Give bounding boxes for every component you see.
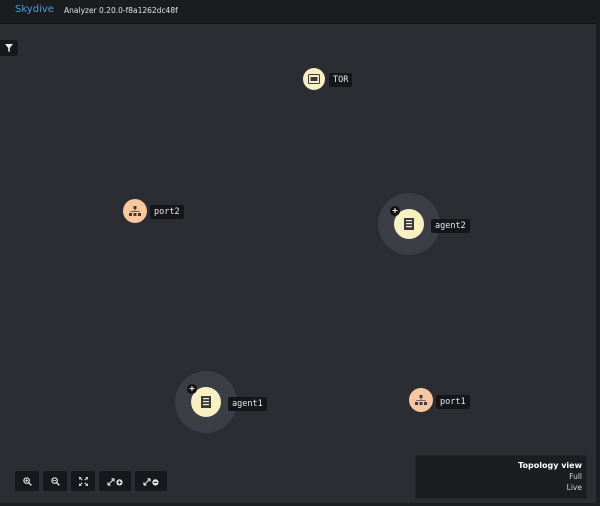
version-label: Analyzer 0.20.0-f8a1262dc48f xyxy=(64,6,178,15)
legend-mode: Full xyxy=(569,472,582,481)
brand-logo[interactable]: Skydive xyxy=(15,4,54,15)
node-label: port2 xyxy=(150,205,184,219)
legend-state: Live xyxy=(566,483,582,492)
network-icon xyxy=(129,206,141,216)
expand-all-button[interactable] xyxy=(99,471,131,491)
expand-all-icon xyxy=(107,477,123,486)
right-scrollbar[interactable] xyxy=(596,23,600,506)
collapse-all-icon xyxy=(143,477,159,486)
zoom-fit-button[interactable] xyxy=(71,471,95,491)
fit-icon xyxy=(78,476,88,486)
zoom-controls xyxy=(15,471,171,491)
zoom-in-icon xyxy=(22,476,32,486)
switch-icon xyxy=(308,74,320,84)
node-label: agent2 xyxy=(431,219,470,233)
server-icon xyxy=(201,396,211,408)
node-label: TOR xyxy=(329,73,353,87)
legend-title: Topology view xyxy=(518,461,582,470)
zoom-out-button[interactable] xyxy=(43,471,67,491)
node-label: agent1 xyxy=(228,397,267,411)
zoom-out-icon xyxy=(50,476,60,486)
zoom-in-button[interactable] xyxy=(15,471,39,491)
collapse-all-button[interactable] xyxy=(135,471,167,491)
expand-icon[interactable]: + xyxy=(390,206,400,216)
node-label: port1 xyxy=(436,395,470,409)
navbar: Skydive Analyzer 0.20.0-f8a1262dc48f xyxy=(0,0,600,24)
filter-icon xyxy=(5,44,13,52)
topology-legend: Topology view Full Live xyxy=(415,455,587,499)
expand-icon[interactable]: + xyxy=(187,384,197,394)
filter-button[interactable] xyxy=(0,40,18,56)
server-icon xyxy=(404,218,414,230)
network-icon xyxy=(415,395,427,405)
